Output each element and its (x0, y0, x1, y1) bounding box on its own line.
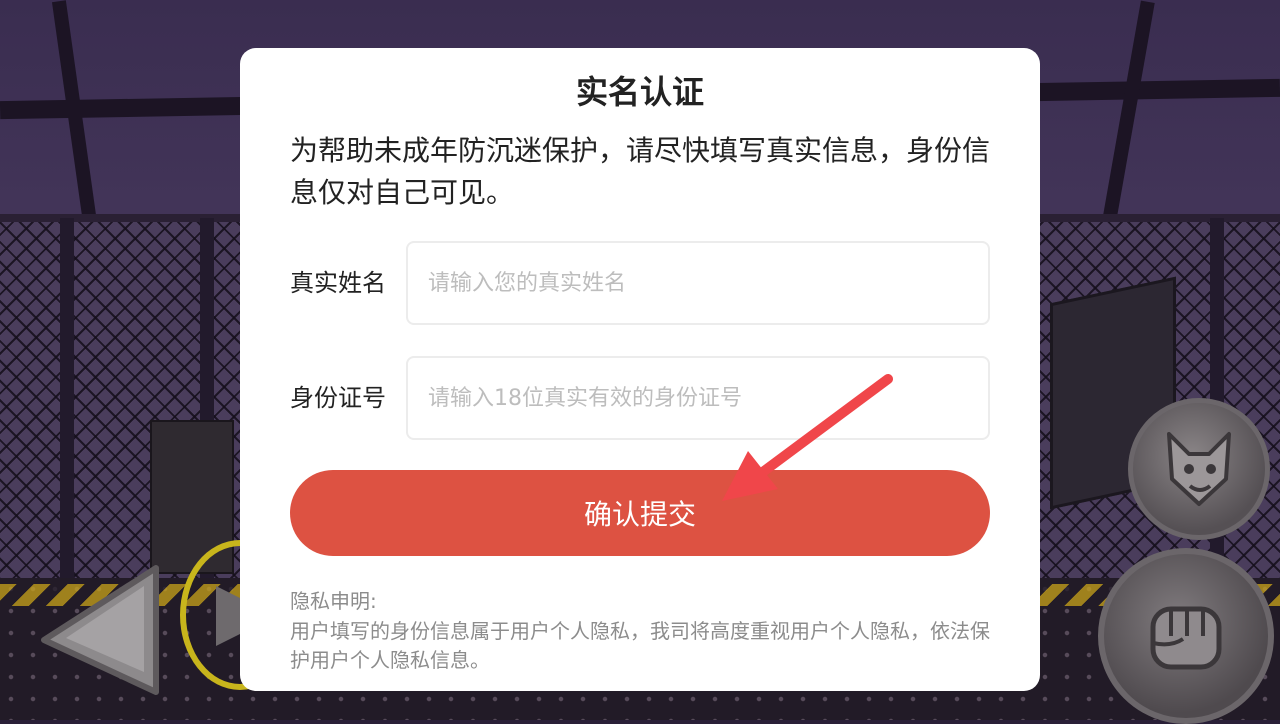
move-left-button[interactable] (36, 560, 166, 700)
id-number-label: 身份证号 (290, 384, 386, 412)
attack-button[interactable] (1098, 548, 1274, 724)
fence-post (60, 218, 74, 578)
dialog-title: 实名认证 (575, 73, 704, 111)
skill-button[interactable] (1128, 398, 1270, 540)
name-label: 真实姓名 (290, 269, 386, 297)
submit-button[interactable]: 确认提交 (290, 470, 990, 556)
privacy-statement: 用户填写的身份信息属于用户个人隐私，我司将高度重视用户个人隐私，依法保护用户个人… (290, 619, 990, 672)
wolf-face-icon (1167, 432, 1231, 506)
real-name-input[interactable] (406, 241, 990, 325)
left-arrow-icon (41, 565, 159, 695)
privacy-title: 隐私申明: (290, 589, 377, 613)
real-name-verification-dialog: 实名认证 为帮助未成年防沉迷保护，请尽快填写真实信息，身份信息仅对自己可见。 真… (240, 48, 1040, 691)
id-number-input[interactable] (406, 356, 990, 440)
fist-icon (1150, 606, 1222, 670)
name-form-row: 真实姓名 (290, 241, 990, 325)
id-form-row: 身份证号 (290, 356, 990, 440)
dialog-description: 为帮助未成年防沉迷保护，请尽快填写真实信息，身份信息仅对自己可见。 (290, 134, 991, 209)
